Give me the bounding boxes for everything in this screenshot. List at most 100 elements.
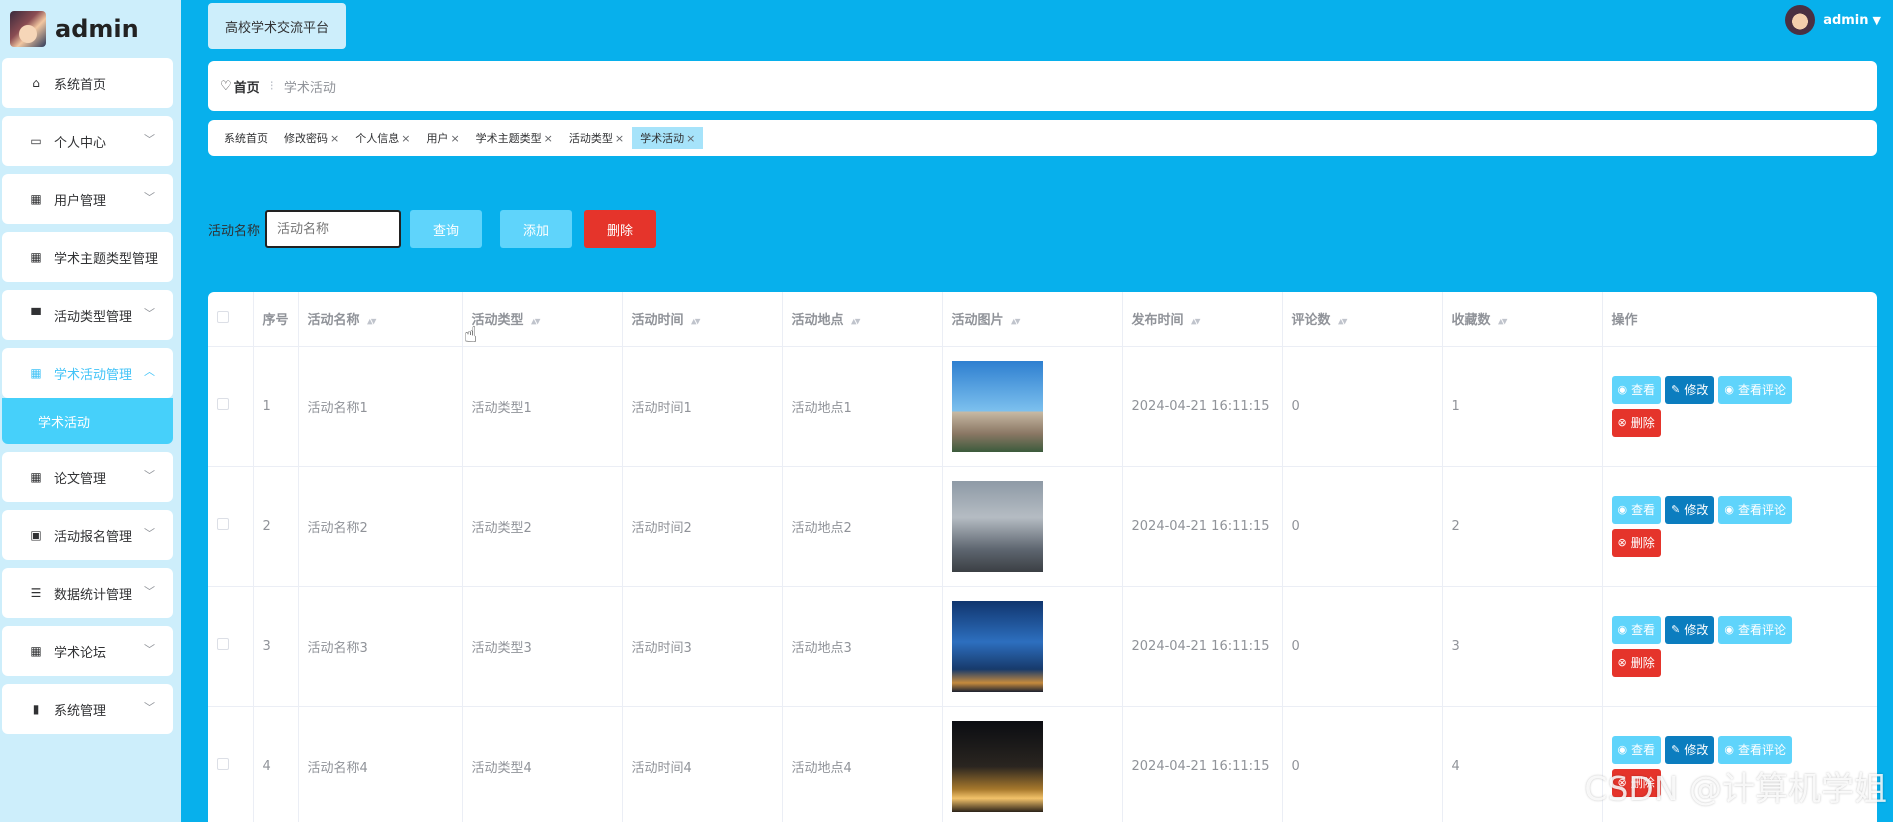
select-all-checkbox[interactable]: [217, 310, 229, 323]
tab-tag-label: 学术活动: [640, 132, 685, 145]
sort-icon[interactable]: ▲▼: [1338, 318, 1347, 326]
circle-x-icon: ⊗: [1617, 416, 1627, 429]
sidebar-item[interactable]: ▦ 用户管理 ﹀: [2, 174, 173, 224]
sidebar-item-label: 学术活动管理: [54, 367, 133, 383]
sort-icon[interactable]: ▲▼: [1011, 318, 1020, 326]
sort-icon[interactable]: ▲▼: [1498, 318, 1507, 326]
caret-down-icon: ▼: [1872, 13, 1881, 27]
column-header[interactable]: 活动时间 ▲▼: [622, 292, 783, 347]
edit-button[interactable]: ✎ 修改: [1665, 375, 1715, 404]
delete-button[interactable]: ⊗ 删除: [1611, 648, 1661, 677]
close-icon[interactable]: ×: [330, 132, 339, 145]
tab-tag[interactable]: 活动类型 ×: [561, 127, 632, 149]
close-icon[interactable]: ×: [401, 132, 410, 145]
activity-image[interactable]: [951, 360, 1043, 452]
view-comments-button[interactable]: ◉ 查看评论: [1718, 735, 1792, 764]
tab-tag[interactable]: 个人信息 ×: [347, 127, 418, 149]
view-button[interactable]: ◉ 查看: [1611, 375, 1662, 404]
cell-name: 活动名称4: [298, 706, 463, 822]
breadcrumb-home[interactable]: 首页: [234, 77, 260, 96]
view-comments-button[interactable]: ◉ 查看评论: [1718, 495, 1792, 524]
activity-image[interactable]: [951, 480, 1043, 572]
sort-icon[interactable]: ▲▼: [1191, 318, 1200, 326]
add-button[interactable]: 添加: [500, 210, 573, 248]
sidebar-item[interactable]: ▮ 系统管理 ﹀: [2, 684, 173, 734]
column-header[interactable]: 活动类型 ▲▼: [462, 292, 623, 347]
sidebar-item[interactable]: ▦ 学术论坛 ﹀: [2, 626, 173, 676]
cell-type-value: 活动类型3: [471, 640, 532, 656]
tab-tag[interactable]: 修改密码 ×: [276, 127, 347, 149]
cell-pub: 2024-04-21 16:11:15: [1122, 466, 1283, 587]
sidebar-subitem[interactable]: 学术活动: [2, 398, 173, 444]
column-header[interactable]: 收藏数 ▲▼: [1442, 292, 1603, 347]
sidebar-item[interactable]: ▭ 个人中心 ﹀: [2, 116, 173, 166]
column-header[interactable]: 评论数 ▲▼: [1282, 292, 1443, 347]
search-input[interactable]: [265, 210, 402, 248]
cell-time-value: 活动时间4: [631, 760, 692, 776]
sort-icon[interactable]: ▲▼: [531, 318, 540, 326]
query-button[interactable]: 查询: [410, 210, 483, 248]
view-comments-button[interactable]: ◉ 查看评论: [1718, 615, 1792, 644]
row-checkbox[interactable]: [217, 398, 229, 410]
column-header[interactable]: 活动名称 ▲▼: [298, 292, 463, 347]
close-icon[interactable]: ×: [615, 132, 624, 145]
platform-title-button[interactable]: 高校学术交流平台: [208, 3, 346, 49]
sort-icon[interactable]: ▲▼: [851, 318, 860, 326]
sort-icon[interactable]: ▲▼: [367, 318, 376, 326]
breadcrumb: ♡ 首页 ⁝ 学术活动: [208, 61, 1877, 111]
batch-delete-button[interactable]: 删除: [584, 210, 657, 248]
sidebar-item[interactable]: ⌂ 系统首页: [2, 58, 173, 108]
sidebar-item[interactable]: ▦ 学术活动管理 ︿: [2, 348, 173, 398]
breadcrumb-current: 学术活动: [283, 80, 336, 96]
chevron-down-icon: ﹀: [144, 469, 155, 482]
delete-button[interactable]: ⊗ 删除: [1611, 408, 1661, 437]
tab-tag[interactable]: 用户 ×: [418, 127, 467, 149]
edit-button[interactable]: ✎ 修改: [1665, 735, 1715, 764]
edit-button[interactable]: ✎ 修改: [1665, 615, 1715, 644]
avatar: [1785, 5, 1816, 35]
tab-tag[interactable]: 学术活动 ×: [632, 127, 704, 149]
sidebar-item[interactable]: ☰ 数据统计管理 ﹀: [2, 568, 173, 618]
cell-no: 3: [253, 586, 299, 707]
breadcrumb-separator: ⁝: [269, 78, 274, 94]
close-icon[interactable]: ×: [450, 132, 459, 145]
sidebar-item[interactable]: ▀ 活动类型管理 ﹀: [2, 290, 173, 340]
bar-chart-icon: ▮: [32, 702, 40, 716]
row-checkbox[interactable]: [217, 638, 229, 650]
tab-tag[interactable]: 学术主题类型 ×: [468, 127, 561, 149]
row-checkbox[interactable]: [217, 758, 229, 770]
view-button[interactable]: ◉ 查看: [1611, 615, 1662, 644]
activity-image[interactable]: [951, 600, 1043, 692]
edit-button-label: 修改: [1684, 743, 1709, 757]
view-button[interactable]: ◉ 查看: [1611, 495, 1662, 524]
cell-time-value: 活动时间1: [631, 400, 692, 416]
sidebar-item[interactable]: ▦ 论文管理 ﹀: [2, 452, 173, 502]
view-button[interactable]: ◉ 查看: [1611, 735, 1662, 764]
cell-comments-value: 0: [1291, 518, 1300, 534]
sidebar-item[interactable]: ▦ 学术主题类型管理: [2, 232, 173, 282]
column-header: 序号: [253, 292, 299, 347]
cell-name: 活动名称3: [298, 586, 463, 707]
cell-time: 活动时间3: [622, 586, 783, 707]
column-header[interactable]: 活动地点 ▲▼: [782, 292, 943, 347]
tab-tag[interactable]: 系统首页: [216, 127, 276, 149]
column-header[interactable]: 活动图片 ▲▼: [942, 292, 1123, 347]
edit-button[interactable]: ✎ 修改: [1665, 495, 1715, 524]
sidebar-item-label: 学术论坛: [54, 645, 107, 661]
close-icon[interactable]: ×: [544, 132, 553, 145]
sort-icon[interactable]: ▲▼: [691, 318, 700, 326]
tab-tag-label: 活动类型: [568, 132, 613, 145]
pencil-icon: ✎: [1671, 503, 1681, 516]
cell-favs-value: 1: [1451, 398, 1460, 414]
row-checkbox[interactable]: [217, 518, 229, 530]
close-icon[interactable]: ×: [686, 132, 695, 145]
cell-name: 活动名称2: [298, 466, 463, 587]
delete-button[interactable]: ⊗ 删除: [1611, 528, 1661, 557]
delete-button-label: 删除: [1630, 656, 1655, 670]
user-menu[interactable]: admin ▼: [1785, 5, 1881, 35]
search-label: 活动名称: [208, 223, 261, 239]
sidebar-item[interactable]: ▣ 活动报名管理 ﹀: [2, 510, 173, 560]
activity-image[interactable]: [951, 720, 1043, 812]
column-header[interactable]: 发布时间 ▲▼: [1122, 292, 1283, 347]
view-comments-button[interactable]: ◉ 查看评论: [1718, 375, 1792, 404]
